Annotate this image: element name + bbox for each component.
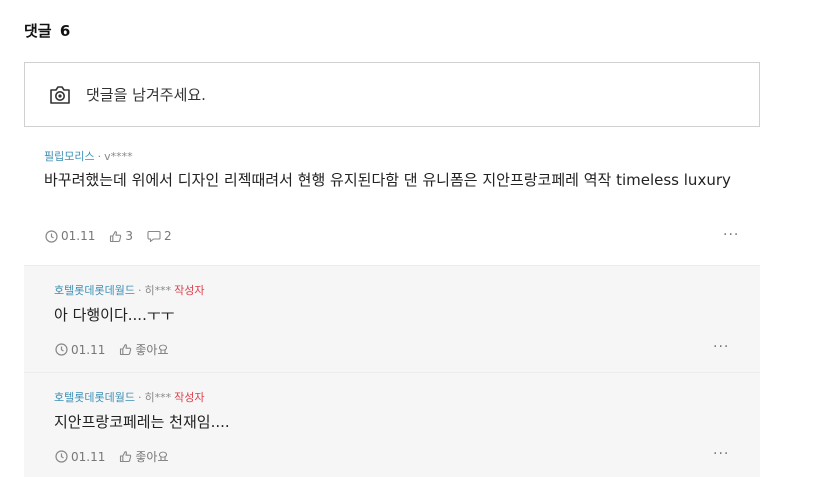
reply-button[interactable]: 2: [147, 229, 172, 243]
clock-icon: [55, 343, 68, 356]
more-options-button[interactable]: ···: [713, 339, 729, 355]
reply-date-text: 01.11: [71, 342, 106, 357]
comment-date-text: 01.11: [61, 229, 96, 243]
like-label: 좋아요: [135, 450, 169, 464]
reply-author[interactable]: 호텔롯데롯데월드: [54, 284, 135, 297]
thumbs-up-icon: [110, 230, 122, 242]
like-button[interactable]: 좋아요: [119, 341, 168, 358]
camera-icon[interactable]: [49, 84, 71, 106]
comment-author[interactable]: 필립모리스: [44, 150, 95, 163]
thumbs-up-icon: [120, 451, 132, 463]
reply-item: 호텔롯데롯데월드 · 히*** 작성자 지안프랑코페레는 천재임.... 01.11 …: [24, 372, 760, 477]
comment-text: 바꾸려했는데 위에서 디자인 리젝때려서 현행 유지된다함 댄 유니폼은 지안프…: [44, 171, 731, 189]
comment-item: 필립모리스 · v**** 바꾸려했는데 위에서 디자인 리젝때려서 현행 유지된다…: [24, 133, 760, 265]
reply-actions: 01.11 좋아요: [55, 448, 182, 465]
reply-date: 01.11: [55, 343, 105, 357]
comments-heading: 댓글 6: [24, 20, 70, 41]
comment-actions: 01.11 3 2: [45, 229, 186, 243]
meta-separator: ·: [97, 150, 102, 163]
clock-icon: [55, 450, 68, 463]
comments-count: 6: [59, 22, 71, 40]
reply-meta: 호텔롯데롯데월드 · 히*** 작성자: [54, 389, 204, 405]
comment-user-id: v****: [104, 150, 133, 163]
like-button[interactable]: 3: [109, 229, 133, 243]
comments-title: 댓글: [24, 22, 52, 40]
meta-separator: ·: [137, 391, 142, 404]
reply-text: 아 다행이다....ㅜㅜ: [54, 306, 175, 324]
reply-user-id: 히***: [144, 391, 172, 404]
comment-meta: 필립모리스 · v****: [44, 148, 133, 164]
comment-input[interactable]: 댓글을 남겨주세요.: [24, 62, 760, 127]
thumbs-up-icon: [120, 344, 132, 356]
meta-separator: ·: [137, 284, 142, 297]
reply-author[interactable]: 호텔롯데롯데월드: [54, 391, 135, 404]
reply-date: 01.11: [55, 450, 105, 464]
reply-count: 2: [164, 229, 172, 243]
clock-icon: [45, 229, 58, 243]
like-label: 좋아요: [135, 343, 169, 357]
like-button[interactable]: 좋아요: [119, 448, 168, 465]
reply-item: 호텔롯데롯데월드 · 히*** 작성자 아 다행이다....ㅜㅜ 01.11 좋아요 …: [24, 265, 760, 372]
reply-user-id: 히***: [144, 284, 172, 297]
reply-date-text: 01.11: [71, 449, 106, 464]
author-badge: 작성자: [174, 284, 205, 297]
like-count: 3: [125, 229, 133, 243]
comment-date: 01.11: [45, 229, 95, 243]
reply-actions: 01.11 좋아요: [55, 341, 182, 358]
reply-meta: 호텔롯데롯데월드 · 히*** 작성자: [54, 282, 204, 298]
comment-input-placeholder: 댓글을 남겨주세요.: [86, 86, 206, 104]
more-options-button[interactable]: ···: [723, 227, 739, 243]
more-options-button[interactable]: ···: [713, 446, 729, 462]
reply-text: 지안프랑코페레는 천재임....: [54, 413, 230, 431]
author-badge: 작성자: [174, 391, 205, 404]
speech-bubble-icon: [147, 230, 161, 242]
